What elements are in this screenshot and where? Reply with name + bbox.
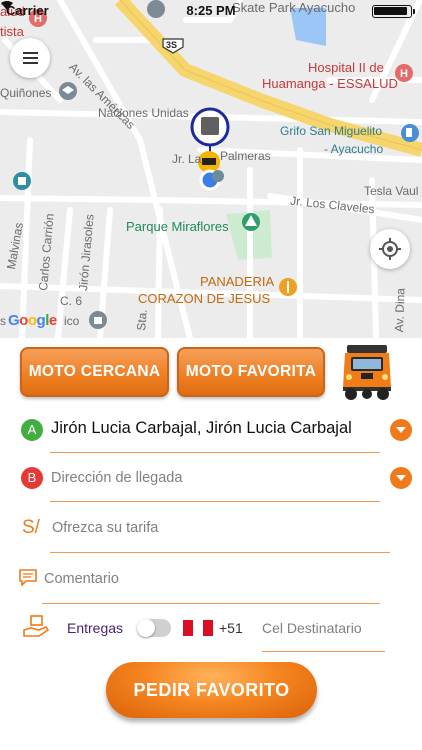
google-logo-letter: G <box>8 312 20 329</box>
destination-badge: B <box>21 467 43 489</box>
google-logo-letter: e <box>48 312 57 329</box>
recipient-phone-input[interactable]: Cel Destinatario <box>262 620 362 636</box>
map-view[interactable]: H H alud tista Skate Park Ayacucho 3S Qu… <box>0 0 422 338</box>
crosshair-icon <box>379 238 401 260</box>
origin-badge: A <box>21 419 43 441</box>
map-label: Hospital II de <box>308 60 384 75</box>
origin-field[interactable]: Jirón Lucia Carbajal, Jirón Lucia Carbaj… <box>51 419 352 438</box>
map-label: Jr. La <box>172 152 202 166</box>
map-label: Sta. <box>134 308 150 332</box>
comment-input[interactable]: Comentario <box>44 571 119 587</box>
map-label: Parque Miraflores <box>126 219 229 234</box>
map-label: tista <box>0 24 24 39</box>
google-logo-letter: o <box>27 312 37 329</box>
google-logo-letter: g <box>36 312 46 329</box>
destination-dropdown-icon[interactable] <box>390 467 412 489</box>
comment-icon <box>19 569 37 587</box>
map-label: - Ayacucho <box>324 142 384 156</box>
peru-flag-icon[interactable] <box>183 620 213 636</box>
map-label: CORAZON DE JESUS <box>138 291 271 306</box>
origin-underline <box>50 452 380 453</box>
mototaxi-icon <box>343 345 391 400</box>
hamburger-icon-bar <box>23 62 38 64</box>
origin-dropdown-icon[interactable] <box>390 419 412 441</box>
country-code[interactable]: +51 <box>219 620 243 636</box>
my-location-button[interactable] <box>370 229 410 269</box>
map-label: Tesla Vaul <box>364 184 419 198</box>
map-label: Huamanga - ESSALUD <box>262 76 398 91</box>
status-bar: Carrier 8:25 PM <box>0 0 422 22</box>
svg-text:H: H <box>400 68 408 80</box>
deliveries-label: Entregas <box>67 620 124 636</box>
map-label: Quiñones <box>0 86 52 100</box>
map-label: s <box>0 314 6 328</box>
map-label: ico <box>64 314 80 328</box>
google-logo-letter: o <box>19 312 28 329</box>
delivery-hand-icon <box>23 615 50 637</box>
hamburger-icon <box>23 52 38 54</box>
fare-underline <box>50 552 390 553</box>
fare-input[interactable]: Ofrezca su tarifa <box>52 520 158 536</box>
destination-underline <box>50 501 380 502</box>
pedir-favorito-button[interactable]: PEDIR FAVORITO <box>106 662 317 718</box>
hamburger-icon-bar <box>23 57 38 59</box>
menu-button[interactable] <box>10 38 50 78</box>
map-label: Grifo San Miguelito <box>280 124 383 138</box>
map-label: Av. Dina <box>392 287 408 333</box>
map-label: Naciones Unidas <box>98 106 189 120</box>
route-badge: 3S <box>166 40 178 50</box>
clock: 8:25 PM <box>186 3 236 18</box>
map-label: C. 6 <box>60 294 83 308</box>
map-label: Palmeras <box>220 149 271 163</box>
phone-underline <box>262 651 385 652</box>
battery-icon <box>372 5 415 18</box>
comment-underline <box>42 603 380 604</box>
moto-favorita-button[interactable]: MOTO FAVORITA <box>177 347 325 397</box>
moto-cercana-button[interactable]: MOTO CERCANA <box>20 347 169 397</box>
deliveries-toggle[interactable] <box>137 619 171 637</box>
location-arrow-icon <box>1 1 9 9</box>
coin-icon: S/ <box>22 517 40 538</box>
destination-field[interactable]: Dirección de llegada <box>51 470 182 486</box>
google-logo: Google <box>8 312 57 329</box>
map-label: PANADERIA <box>200 274 275 289</box>
